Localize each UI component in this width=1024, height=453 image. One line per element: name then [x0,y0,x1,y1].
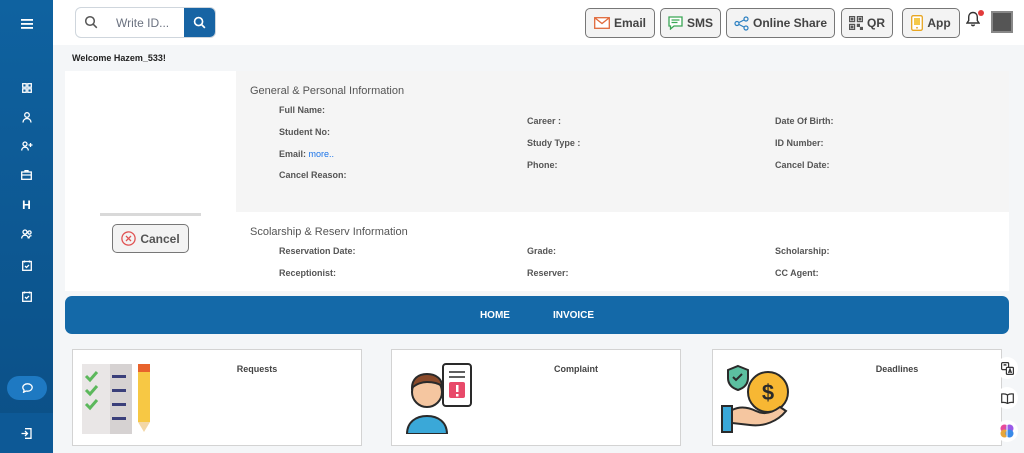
cancel-date-label: Cancel Date: [775,160,830,170]
h-icon[interactable]: H [0,195,53,215]
cc-agent-label: CC Agent: [775,268,819,278]
online-share-button[interactable]: Online Share [726,8,835,38]
id-number-label: ID Number: [775,138,824,148]
photo-placeholder-line [100,213,201,216]
email-label: Email [613,16,646,30]
complaint-title: Complaint [554,364,598,374]
requests-tile[interactable]: Requests [72,349,362,446]
search-input[interactable] [106,8,184,37]
reader-button[interactable] [996,387,1018,409]
user-icon[interactable] [0,107,53,127]
book-icon [1000,392,1014,404]
assistant-button[interactable] [996,420,1018,442]
chat-icon [21,383,33,393]
translate-button[interactable] [996,357,1018,379]
task-check-icon[interactable] [0,286,53,306]
svg-text:$: $ [762,380,774,405]
sms-button[interactable]: SMS [660,8,721,38]
group-icon[interactable] [0,224,53,244]
welcome-text: Welcome Hazem_533! [72,53,166,63]
online-share-label: Online Share [752,16,828,30]
requests-title: Requests [236,364,278,374]
message-icon [668,16,683,30]
sms-label: SMS [686,16,713,30]
cancel-circle-icon [121,231,137,246]
qr-button[interactable]: QR [841,8,893,38]
share-icon [734,15,749,31]
dashboard-icon[interactable] [0,78,53,98]
cancel-label: Cancel [140,231,180,246]
grade-label: Grade: [527,246,557,256]
general-info-section: General & Personal Information Full Name… [236,71,1009,212]
student-photo: Cancel [65,71,236,267]
phone-label: Phone: [527,160,558,170]
app-button[interactable]: App [902,8,960,38]
envelope-icon [594,17,610,29]
deadlines-tile[interactable]: $ Deadlines [712,349,1002,446]
full-name-label: Full Name: [279,105,326,115]
search-icon [193,16,206,29]
chat-button[interactable] [7,376,47,400]
email-button[interactable]: Email [585,8,655,38]
scholarship-label: Scholarship: [775,246,830,256]
cancel-reason-label: Cancel Reason: [279,170,347,180]
add-user-icon[interactable] [0,136,53,156]
email-more-link[interactable]: more.. [309,149,335,159]
mobile-app-icon [911,15,924,31]
study-type-label: Study Type : [527,138,581,148]
reserver-label: Reserver: [527,268,569,278]
qr-label: QR [867,16,885,30]
sidebar: H [0,0,53,453]
reservation-date-label: Reservation Date: [279,246,356,256]
notification-dot [978,10,984,16]
cancel-button[interactable]: Cancel [112,224,189,253]
receptionist-label: Receptionist: [279,268,337,278]
complaint-tile[interactable]: Complaint [391,349,681,446]
avatar[interactable] [991,11,1013,33]
logout-icon [21,427,32,439]
search-button[interactable] [184,8,215,37]
student-no-label: Student No: [279,127,330,137]
nav-invoice[interactable]: INVOICE [553,310,594,321]
brain-icon [1000,424,1014,438]
search-icon [84,15,98,29]
student-card: Cancel General & Personal Information Fu… [65,71,1009,291]
email-label: Email: more.. [279,149,335,159]
main-nav: HOME INVOICE [65,296,1009,334]
reserv-info-section: Scolarship & Reserv Information Reservat… [236,212,1009,291]
translate-icon [1000,361,1014,375]
career-label: Career : [527,116,562,126]
task-icon[interactable] [0,255,53,275]
menu-icon[interactable] [0,14,53,34]
building-icon[interactable] [0,165,53,185]
date-of-birth-label: Date Of Birth: [775,116,834,126]
search-box [75,7,216,38]
logout-button[interactable] [0,413,53,453]
general-info-title: General & Personal Information [250,85,405,97]
qr-code-icon [849,16,863,30]
top-bar: Email SMS Online Share QR App [53,0,1024,45]
nav-home[interactable]: HOME [480,310,510,321]
reserv-info-title: Scolarship & Reserv Information [250,226,408,238]
app-label: App [927,16,951,30]
deadlines-title: Deadlines [875,364,919,374]
